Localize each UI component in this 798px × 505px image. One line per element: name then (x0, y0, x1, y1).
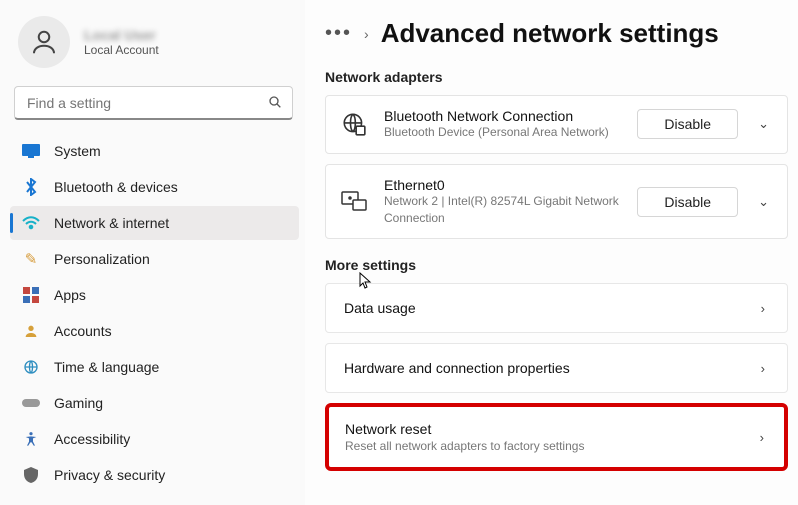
section-network-adapters: Network adapters (325, 69, 788, 85)
main-panel: ••• › Advanced network settings Network … (305, 0, 798, 505)
shield-icon (22, 466, 40, 484)
sidebar-item-label: Time & language (54, 359, 159, 375)
section-more-settings: More settings (325, 257, 788, 273)
sidebar-item-label: System (54, 143, 101, 159)
row-title: Data usage (344, 300, 416, 316)
search-icon[interactable] (267, 94, 283, 115)
sidebar: Local User Local Account System Blueto (0, 0, 305, 505)
globe-network-icon (340, 110, 368, 138)
chevron-right-icon: › (364, 26, 369, 42)
chevron-right-icon: › (756, 430, 768, 445)
adapter-title: Ethernet0 (384, 177, 621, 193)
chevron-right-icon: › (757, 361, 769, 376)
sidebar-item-system[interactable]: System (10, 134, 299, 168)
sidebar-item-bluetooth[interactable]: Bluetooth & devices (10, 170, 299, 204)
search-input[interactable] (14, 86, 293, 120)
brush-icon: ✎ (22, 250, 40, 268)
account-block[interactable]: Local User Local Account (10, 10, 299, 80)
sidebar-item-personalization[interactable]: ✎ Personalization (10, 242, 299, 276)
sidebar-item-label: Apps (54, 287, 86, 303)
row-network-reset[interactable]: Network reset Reset all network adapters… (325, 403, 788, 471)
apps-icon (22, 286, 40, 304)
bluetooth-icon (22, 178, 40, 196)
page-title: Advanced network settings (381, 18, 719, 49)
sidebar-item-label: Accounts (54, 323, 112, 339)
sidebar-item-time[interactable]: Time & language (10, 350, 299, 384)
disable-button[interactable]: Disable (637, 187, 738, 217)
adapter-title: Bluetooth Network Connection (384, 108, 621, 124)
chevron-right-icon: › (757, 301, 769, 316)
sidebar-item-label: Network & internet (54, 215, 169, 231)
sidebar-item-label: Accessibility (54, 431, 130, 447)
search-box (14, 86, 293, 120)
row-data-usage[interactable]: Data usage › (325, 283, 788, 333)
sidebar-item-privacy[interactable]: Privacy & security (10, 458, 299, 492)
display-icon (22, 142, 40, 160)
sidebar-item-label: Bluetooth & devices (54, 179, 178, 195)
ethernet-icon (340, 188, 368, 216)
sidebar-item-apps[interactable]: Apps (10, 278, 299, 312)
adapter-sub: Bluetooth Device (Personal Area Network) (384, 124, 621, 141)
adapter-sub: Network 2 | Intel(R) 82574L Gigabit Netw… (384, 193, 621, 227)
account-sub: Local Account (84, 43, 159, 57)
row-title: Network reset (345, 421, 584, 437)
sidebar-item-label: Privacy & security (54, 467, 165, 483)
row-title: Hardware and connection properties (344, 360, 570, 376)
row-sub: Reset all network adapters to factory se… (345, 439, 584, 453)
adapter-card-ethernet[interactable]: Ethernet0 Network 2 | Intel(R) 82574L Gi… (325, 164, 788, 240)
sidebar-nav: System Bluetooth & devices Network & int… (10, 134, 299, 492)
breadcrumb: ••• › Advanced network settings (325, 18, 788, 49)
accessibility-icon (22, 430, 40, 448)
adapter-card-bluetooth[interactable]: Bluetooth Network Connection Bluetooth D… (325, 95, 788, 154)
user-icon (22, 322, 40, 340)
sidebar-item-gaming[interactable]: Gaming (10, 386, 299, 420)
person-icon (29, 27, 59, 57)
chevron-down-icon[interactable]: ⌄ (754, 194, 773, 210)
chevron-down-icon[interactable]: ⌄ (754, 116, 773, 132)
globe-icon (22, 358, 40, 376)
avatar (18, 16, 70, 68)
row-hardware-properties[interactable]: Hardware and connection properties › (325, 343, 788, 393)
sidebar-item-label: Gaming (54, 395, 103, 411)
breadcrumb-more-icon[interactable]: ••• (325, 22, 352, 45)
gamepad-icon (22, 394, 40, 412)
sidebar-item-label: Personalization (54, 251, 150, 267)
disable-button[interactable]: Disable (637, 109, 738, 139)
account-name: Local User (84, 27, 159, 43)
sidebar-item-accounts[interactable]: Accounts (10, 314, 299, 348)
wifi-icon (22, 214, 40, 232)
sidebar-item-accessibility[interactable]: Accessibility (10, 422, 299, 456)
sidebar-item-network[interactable]: Network & internet (10, 206, 299, 240)
